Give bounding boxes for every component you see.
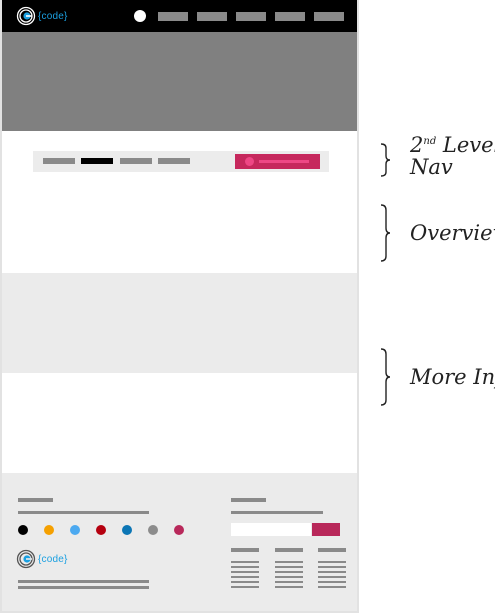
annotation-second-level-nav: 2nd Level Nav <box>410 134 495 178</box>
nav-item-5[interactable] <box>314 12 344 21</box>
annotation-ordinal: 2 <box>410 133 424 157</box>
color-swatch-magenta <box>174 525 184 535</box>
more-info-section <box>2 373 357 473</box>
annotation-nav-word: Nav <box>410 155 453 180</box>
footer-link[interactable] <box>318 561 346 563</box>
second-level-nav <box>33 151 329 172</box>
footer-logo-text: {code} <box>38 553 68 565</box>
code-logo-icon <box>16 549 36 569</box>
header-logo[interactable]: {code} <box>16 6 68 26</box>
newsletter-heading-placeholder <box>231 498 266 502</box>
footer-link[interactable] <box>275 581 303 583</box>
cta-icon <box>245 157 254 166</box>
color-swatch-light-blue <box>70 525 80 535</box>
footer-link[interactable] <box>318 581 346 583</box>
overview-section <box>2 172 357 273</box>
footer-link[interactable] <box>275 576 303 578</box>
logo-text: {code} <box>38 10 68 22</box>
curly-brace-icon <box>380 348 391 406</box>
curly-brace-icon <box>380 204 391 262</box>
footer-column-2-heading <box>275 548 303 552</box>
footer-link[interactable] <box>231 566 259 568</box>
footer-link[interactable] <box>318 576 346 578</box>
annotation-overview: Overview <box>410 221 495 245</box>
cta-label-placeholder <box>259 160 309 163</box>
subnav-item-1[interactable] <box>43 158 75 164</box>
footer-column-1-heading <box>231 548 259 552</box>
nav-item-2[interactable] <box>197 12 227 21</box>
footer-text-placeholder <box>18 511 149 514</box>
footer: {code} <box>2 473 357 611</box>
curly-brace-icon <box>380 143 391 177</box>
nav-item-3[interactable] <box>236 12 266 21</box>
annotation-ordinal-suffix: nd <box>423 136 437 147</box>
footer-heading-placeholder <box>18 498 53 502</box>
annotation-level-word: Level <box>436 133 495 157</box>
top-nav-bar: {code} <box>2 0 357 32</box>
code-logo-icon <box>16 6 36 26</box>
footer-column-3-heading <box>318 548 346 552</box>
page-wireframe: {code} {code} <box>0 0 359 613</box>
annotation-more-info: More Info <box>410 365 495 389</box>
cta-button[interactable] <box>235 154 320 169</box>
footer-link[interactable] <box>231 581 259 583</box>
nav-item-4[interactable] <box>275 12 305 21</box>
newsletter-text-placeholder <box>231 511 323 514</box>
newsletter-email-input[interactable] <box>231 523 311 536</box>
subnav-item-3[interactable] <box>120 158 152 164</box>
footer-link[interactable] <box>231 561 259 563</box>
footer-logo[interactable]: {code} <box>16 549 68 569</box>
footer-link[interactable] <box>318 566 346 568</box>
color-swatch-gray <box>148 525 158 535</box>
nav-circle-item[interactable] <box>134 10 146 22</box>
footer-link[interactable] <box>275 571 303 573</box>
subnav-item-4[interactable] <box>158 158 190 164</box>
footer-text-line-2 <box>18 586 149 589</box>
color-swatch-blue <box>122 525 132 535</box>
footer-link[interactable] <box>231 576 259 578</box>
footer-link[interactable] <box>275 566 303 568</box>
footer-link[interactable] <box>318 586 346 588</box>
footer-text-line-1 <box>18 580 149 583</box>
footer-link[interactable] <box>231 571 259 573</box>
footer-link[interactable] <box>231 586 259 588</box>
newsletter-submit-button[interactable] <box>312 523 340 536</box>
more-info-band <box>2 273 357 373</box>
subnav-item-active[interactable] <box>81 158 113 164</box>
footer-link[interactable] <box>275 561 303 563</box>
color-swatch-orange <box>44 525 54 535</box>
nav-item-1[interactable] <box>158 12 188 21</box>
color-swatch-red <box>96 525 106 535</box>
color-swatch-black <box>18 525 28 535</box>
hero-image-placeholder <box>2 32 357 131</box>
footer-link[interactable] <box>318 571 346 573</box>
footer-link[interactable] <box>275 586 303 588</box>
